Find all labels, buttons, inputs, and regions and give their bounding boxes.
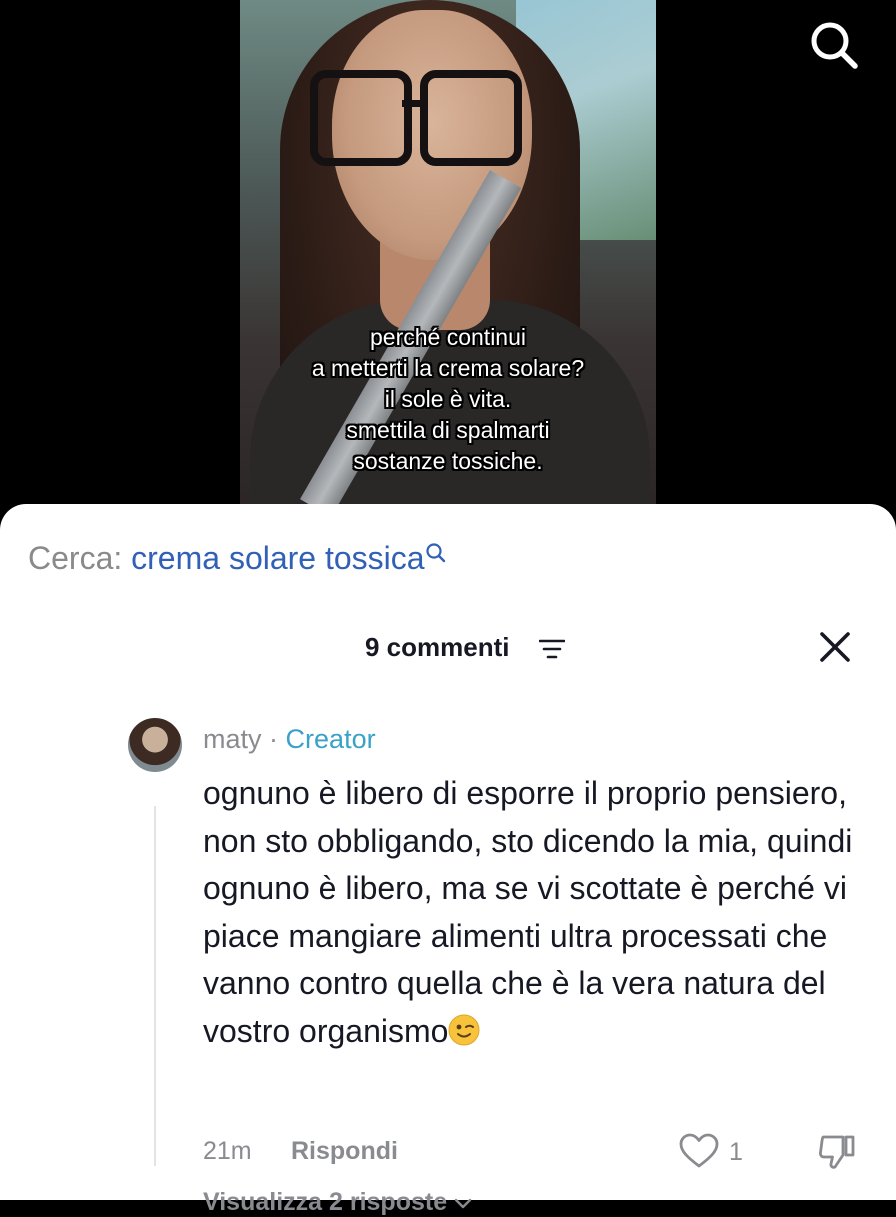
caption-line: perché continui bbox=[370, 324, 526, 350]
comment-time: 21m bbox=[203, 1137, 252, 1165]
comment-meta: 21m Rispondi 1 bbox=[203, 1131, 863, 1171]
glasses-bridge bbox=[402, 100, 426, 107]
close-icon bbox=[820, 632, 850, 662]
video-frame[interactable]: perché continui a metterti la crema sola… bbox=[240, 0, 656, 520]
comments-header: 9 commenti bbox=[0, 624, 896, 668]
view-replies-label: Visualizza 2 risposte bbox=[203, 1188, 448, 1216]
search-suggestion-label: Cerca: bbox=[28, 540, 123, 576]
video-player[interactable]: perché continui a metterti la crema sola… bbox=[0, 0, 896, 520]
video-caption: perché continui a metterti la crema sola… bbox=[240, 322, 656, 477]
separator-dot: · bbox=[269, 724, 279, 754]
glasses-left-lens bbox=[310, 70, 412, 166]
comment-author[interactable]: maty bbox=[203, 724, 262, 754]
search-button[interactable] bbox=[806, 17, 862, 73]
comments-count: 9 commenti bbox=[365, 632, 510, 662]
caption-line: smettila di spalmarti bbox=[346, 417, 550, 443]
search-suggestion[interactable]: Cerca: crema solare tossica bbox=[28, 540, 447, 577]
dislike-button[interactable] bbox=[817, 1133, 857, 1171]
caption-line: a metterti la crema solare? bbox=[311, 355, 585, 381]
search-small-icon bbox=[425, 543, 445, 563]
reply-button[interactable]: Rispondi bbox=[291, 1137, 398, 1166]
thumbs-down-icon bbox=[819, 1135, 855, 1169]
like-count: 1 bbox=[729, 1138, 743, 1166]
sort-icon[interactable] bbox=[539, 638, 565, 660]
winking-face-icon bbox=[448, 1014, 480, 1045]
thread-line bbox=[154, 806, 156, 1166]
comment-body: ognuno è libero di esporre il proprio pe… bbox=[203, 775, 853, 1049]
view-replies-button[interactable]: Visualizza 2 risposte bbox=[203, 1188, 472, 1217]
creator-badge: Creator bbox=[285, 724, 376, 754]
like-button[interactable] bbox=[679, 1133, 719, 1169]
close-button[interactable] bbox=[818, 630, 852, 664]
caption-line: il sole è vita. bbox=[384, 386, 512, 412]
heart-icon bbox=[679, 1133, 719, 1168]
comment-author-line: maty · Creator bbox=[203, 724, 376, 755]
comment-text: ognuno è libero di esporre il proprio pe… bbox=[203, 770, 863, 1055]
caption-line: sostanze tossiche. bbox=[353, 448, 543, 474]
comments-sheet: Cerca: crema solare tossica 9 commenti m… bbox=[0, 504, 896, 1216]
search-icon bbox=[811, 22, 858, 69]
avatar[interactable] bbox=[128, 718, 182, 772]
glasses-right-lens bbox=[420, 70, 522, 166]
search-suggestion-term[interactable]: crema solare tossica bbox=[131, 540, 424, 576]
